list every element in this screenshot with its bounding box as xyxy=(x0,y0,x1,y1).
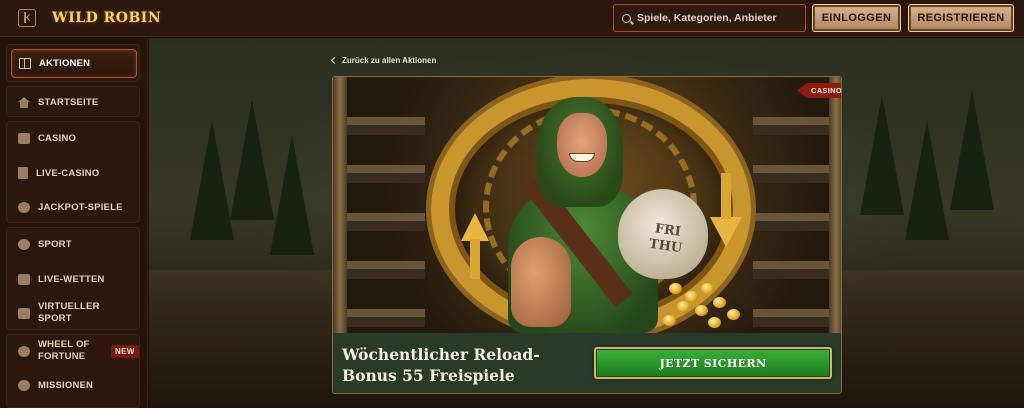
gold-coin xyxy=(695,305,708,316)
sidebar-item-label: STARTSEITE xyxy=(38,96,99,108)
background-tree xyxy=(860,95,904,215)
live-icon xyxy=(18,273,30,285)
chevron-left-icon xyxy=(330,56,339,64)
target-icon xyxy=(18,379,30,391)
register-button[interactable]: REGISTRIEREN xyxy=(908,4,1014,32)
sidebar-item-label: VIRTUELLER SPORT xyxy=(38,301,100,324)
sidebar-item-live-casino[interactable]: LIVE-CASINO xyxy=(6,160,140,186)
gold-coin xyxy=(713,297,726,308)
sidebar-item-label: MISSIONEN xyxy=(38,379,94,391)
search-box[interactable] xyxy=(613,4,806,32)
claim-bonus-button[interactable]: JETZT SICHERN xyxy=(594,347,832,379)
virtual-sport-icon xyxy=(18,307,30,319)
sidebar-item-label: SPORT xyxy=(38,238,72,250)
gift-icon xyxy=(19,58,31,69)
promo-card: FRI THU CASINO Wöchentlicher Reload-Bonu… xyxy=(332,76,842,394)
new-badge: NEW xyxy=(111,345,139,358)
vault-bars-right xyxy=(753,87,833,327)
cards-icon xyxy=(18,167,28,179)
vault-bars-left xyxy=(345,87,425,327)
vault-pillar-right xyxy=(829,77,841,333)
sidebar-item-casino[interactable]: CASINO xyxy=(6,125,140,151)
background-tree xyxy=(270,135,314,255)
arrow-down-icon xyxy=(710,173,742,247)
search-icon xyxy=(622,13,631,23)
robin-face xyxy=(557,113,607,177)
logo-wordmark: WILD ROBIN xyxy=(52,10,162,26)
wheel-icon xyxy=(18,345,30,357)
sidebar-item-label: CASINO xyxy=(38,132,77,144)
sidebar-item-jackpot-spiele[interactable]: JACKPOT-SPIELE xyxy=(6,194,140,220)
money-bag-text: FRI THU xyxy=(647,221,684,257)
sidebar-item-label: JACKPOT-SPIELE xyxy=(38,201,123,213)
sidebar-item-virtueller-sport[interactable]: VIRTUELLER SPORT xyxy=(6,300,140,326)
robin-arm xyxy=(511,237,571,327)
logo[interactable]: WILD ROBIN xyxy=(52,3,161,33)
promo-title: Wöchentlicher Reload-Bonus 55 Freispiele xyxy=(342,345,540,385)
sidebar-item-aktionen[interactable]: AKTIONEN xyxy=(11,49,137,78)
gold-coin xyxy=(708,317,721,328)
home-icon xyxy=(18,96,30,108)
sidebar-item-label: WHEEL OF FORTUNE xyxy=(38,339,90,362)
promo-hero-image: FRI THU CASINO xyxy=(333,77,841,333)
sidebar-item-label: LIVE-CASINO xyxy=(36,167,100,179)
gold-coin xyxy=(727,309,740,320)
background-tree xyxy=(190,120,234,240)
search-input[interactable] xyxy=(637,12,797,24)
puzzle-icon xyxy=(18,201,30,213)
casino-icon xyxy=(18,132,30,144)
background-tree xyxy=(905,120,949,240)
back-link-label: Zurück zu allen Aktionen xyxy=(342,55,437,65)
sidebar-item-missionen[interactable]: MISSIONEN xyxy=(6,372,140,398)
collapse-sidebar-icon[interactable] xyxy=(18,9,36,27)
arrow-up-icon xyxy=(461,213,489,279)
sidebar-item-startseite[interactable]: STARTSEITE xyxy=(6,89,140,115)
gold-coin xyxy=(663,315,676,326)
vault-pillar-left xyxy=(333,77,347,333)
sidebar-item-label: LIVE-WETTEN xyxy=(38,273,105,285)
gold-coin xyxy=(669,283,682,294)
top-header: WILD ROBIN EINLOGGEN REGISTRIEREN xyxy=(0,0,1024,37)
login-button[interactable]: EINLOGGEN xyxy=(812,4,901,32)
background-tree xyxy=(230,100,274,220)
football-icon xyxy=(18,238,30,250)
back-to-promotions-link[interactable]: Zurück zu allen Aktionen xyxy=(330,54,437,66)
sidebar-item-wheel-of-fortune[interactable]: WHEEL OF FORTUNE NEW xyxy=(6,338,140,364)
background-tree xyxy=(950,90,994,210)
sidebar-item-sport[interactable]: SPORT xyxy=(6,231,140,257)
gold-coin xyxy=(685,291,698,302)
gold-coin xyxy=(701,283,714,294)
sidebar-item-live-wetten[interactable]: LIVE-WETTEN xyxy=(6,266,140,292)
gold-coin xyxy=(677,301,690,312)
sidebar-item-label: AKTIONEN xyxy=(39,58,91,69)
